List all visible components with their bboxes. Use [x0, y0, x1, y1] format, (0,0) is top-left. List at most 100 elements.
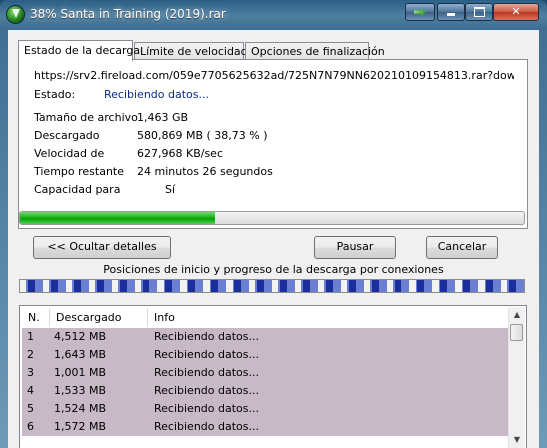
row-number: 6 [27, 420, 34, 433]
tab-download-status[interactable]: Estado de la decarga [18, 40, 140, 61]
connection-segment [394, 280, 402, 292]
row-info: Recibiendo datos... [154, 330, 259, 343]
scroll-down-icon[interactable]: ▼ [509, 432, 525, 448]
connection-segment [417, 280, 425, 292]
scroll-up-icon[interactable]: ▲ [509, 307, 525, 323]
maximize-button[interactable] [465, 3, 493, 21]
window-title: 38% Santa in Training (2019).rar [30, 7, 226, 21]
idm-app-icon [7, 6, 24, 23]
connection-segment [257, 280, 264, 292]
list-item[interactable]: 6 1,572 MB Recibiendo datos... [22, 418, 508, 436]
connection-segment [165, 280, 173, 292]
connection-segment [28, 280, 35, 292]
file-size-value: 1,463 GB [137, 111, 189, 124]
connection-segment [96, 280, 104, 292]
connection-marker [226, 280, 233, 292]
connection-marker [249, 280, 256, 292]
connection-segment [50, 280, 58, 292]
connections-list[interactable]: N. Descargado Info 1 4,512 MB Recibiendo… [19, 305, 527, 448]
list-item[interactable]: 5 1,524 MB Recibiendo datos... [22, 400, 508, 418]
tab-speed-limit[interactable]: Límite de velocidad [134, 42, 248, 60]
download-window: 38% Santa in Training (2019).rar ✕ Estad… [0, 0, 547, 448]
connection-segment [463, 280, 471, 292]
connection-segment [142, 280, 150, 292]
connection-marker [294, 280, 302, 292]
download-url: https://srv2.fireload.com/059e7705625632… [34, 69, 514, 82]
connection-marker [478, 280, 485, 292]
list-item[interactable]: 3 1,001 MB Recibiendo datos... [22, 364, 508, 382]
row-downloaded: 1,572 MB [54, 420, 107, 433]
connection-segment [73, 280, 81, 292]
connection-segment [348, 280, 356, 292]
pause-button[interactable]: Pausar [314, 236, 396, 259]
status-value: Recibiendo datos... [104, 88, 209, 101]
maximize-icon [473, 7, 485, 17]
close-icon: ✕ [511, 5, 521, 18]
download-progress-fill [20, 212, 216, 224]
connection-segment [234, 280, 242, 292]
connection-segment [211, 280, 219, 292]
tab-completion-options[interactable]: Opciones de finalización [245, 42, 385, 60]
connection-segment [302, 280, 310, 292]
row-info: Recibiendo datos... [154, 366, 259, 379]
downloaded-value: 580,869 MB ( 38,73 % ) [137, 129, 268, 142]
row-info: Recibiendo datos... [154, 348, 259, 361]
row-info: Recibiendo datos... [154, 384, 259, 397]
connection-marker [317, 280, 325, 292]
row-downloaded: 1,524 MB [54, 402, 107, 415]
row-downloaded: 1,533 MB [54, 384, 107, 397]
connection-segment [371, 280, 379, 292]
row-number: 5 [27, 402, 34, 415]
connection-marker [157, 280, 164, 292]
column-header-number[interactable]: N. [22, 308, 50, 327]
connection-marker [42, 280, 50, 292]
row-downloaded: 1,001 MB [54, 366, 107, 379]
list-vertical-scrollbar[interactable]: ▲ ▼ [508, 307, 525, 448]
speed-label: Velocidad de [34, 147, 105, 160]
scroll-thumb[interactable] [510, 324, 523, 341]
status-label: Estado: [34, 88, 76, 101]
time-left-value: 24 minutos 26 segundos [137, 165, 273, 178]
row-info: Recibiendo datos... [154, 402, 259, 415]
connection-marker [134, 280, 141, 292]
send-to-tray-button[interactable] [405, 3, 435, 21]
close-button[interactable]: ✕ [493, 3, 539, 21]
list-item[interactable]: 2 1,643 MB Recibiendo datos... [22, 346, 508, 364]
connection-marker [20, 280, 27, 292]
connection-marker [111, 280, 119, 292]
connection-segment [486, 280, 494, 292]
green-arrow-icon [414, 8, 426, 16]
column-header-downloaded[interactable]: Descargado [50, 308, 148, 327]
connection-segment [188, 280, 196, 292]
connection-marker [501, 280, 508, 292]
dialog-client-area: Estado de la decarga Límite de velocidad… [8, 30, 539, 448]
row-number: 3 [27, 366, 34, 379]
connection-marker [272, 280, 279, 292]
connection-marker [455, 280, 462, 292]
connection-marker [88, 280, 96, 292]
status-tab-panel: https://srv2.fireload.com/059e7705625632… [18, 59, 528, 229]
row-downloaded: 4,512 MB [54, 330, 107, 343]
connection-marker [180, 280, 187, 292]
row-downloaded: 1,643 MB [54, 348, 107, 361]
download-progress-bar [19, 211, 525, 225]
connection-segment [119, 280, 127, 292]
file-size-label: Tamaño de archivo [34, 111, 138, 124]
downloaded-label: Descargado [34, 129, 100, 142]
connection-segment [280, 280, 287, 292]
connection-segment [325, 280, 333, 292]
minimize-button[interactable] [437, 3, 465, 21]
connections-caption: Posiciones de inicio y progreso de la de… [103, 263, 444, 276]
title-bar[interactable]: 38% Santa in Training (2019).rar ✕ [0, 0, 547, 30]
connection-marker [65, 280, 73, 292]
column-header-info[interactable]: Info [148, 308, 508, 327]
connections-progress-bar [19, 279, 525, 293]
list-item[interactable]: 1 4,512 MB Recibiendo datos... [22, 328, 508, 346]
connection-marker [340, 280, 348, 292]
connection-marker [409, 280, 416, 292]
connection-marker [363, 280, 371, 292]
hide-details-button[interactable]: << Ocultar detalles [33, 236, 171, 259]
row-number: 2 [27, 348, 34, 361]
cancel-button[interactable]: Cancelar [426, 236, 498, 259]
list-item[interactable]: 4 1,533 MB Recibiendo datos... [22, 382, 508, 400]
